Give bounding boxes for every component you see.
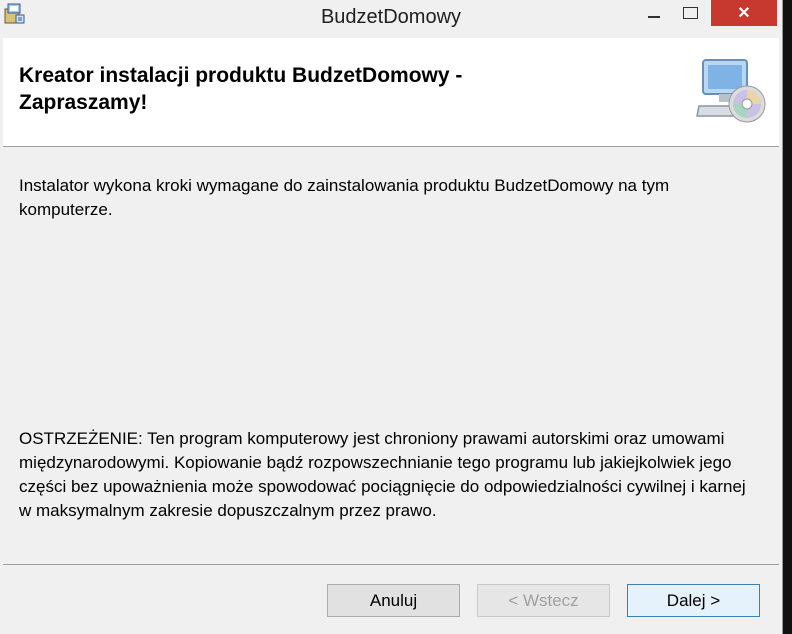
maximize-icon: [682, 7, 698, 19]
page-title-line-2: Zapraszamy!: [19, 91, 148, 114]
intro-text: Instalator wykona kroki wymagane do zain…: [19, 176, 670, 219]
minimize-icon: [648, 16, 660, 18]
close-button[interactable]: ✕: [711, 0, 777, 26]
cancel-button[interactable]: Anuluj: [327, 584, 460, 617]
desktop-background: [783, 0, 792, 634]
copyright-warning: OSTRZEŻENIE: Ten program komputerowy jes…: [19, 429, 746, 520]
next-button[interactable]: Dalej >: [627, 584, 760, 617]
page-title-line-1: Kreator instalacji produktu BudzetDomowy…: [19, 64, 463, 87]
close-icon: ✕: [737, 5, 751, 22]
maximize-button[interactable]: [677, 0, 703, 26]
computer-cd-icon: [696, 59, 766, 123]
divider: [3, 564, 779, 565]
installer-window: BudzetDomowy ✕ Kreator instalacji produk…: [0, 0, 783, 634]
wizard-header: Kreator instalacji produktu BudzetDomowy…: [3, 38, 779, 147]
back-button[interactable]: < Wstecz: [477, 584, 610, 617]
page-title: Kreator instalacji produktu BudzetDomowy…: [19, 62, 619, 116]
minimize-button[interactable]: [631, 0, 677, 26]
title-bar[interactable]: BudzetDomowy ✕: [0, 0, 782, 37]
wizard-content: Instalator wykona kroki wymagane do zain…: [3, 147, 779, 564]
